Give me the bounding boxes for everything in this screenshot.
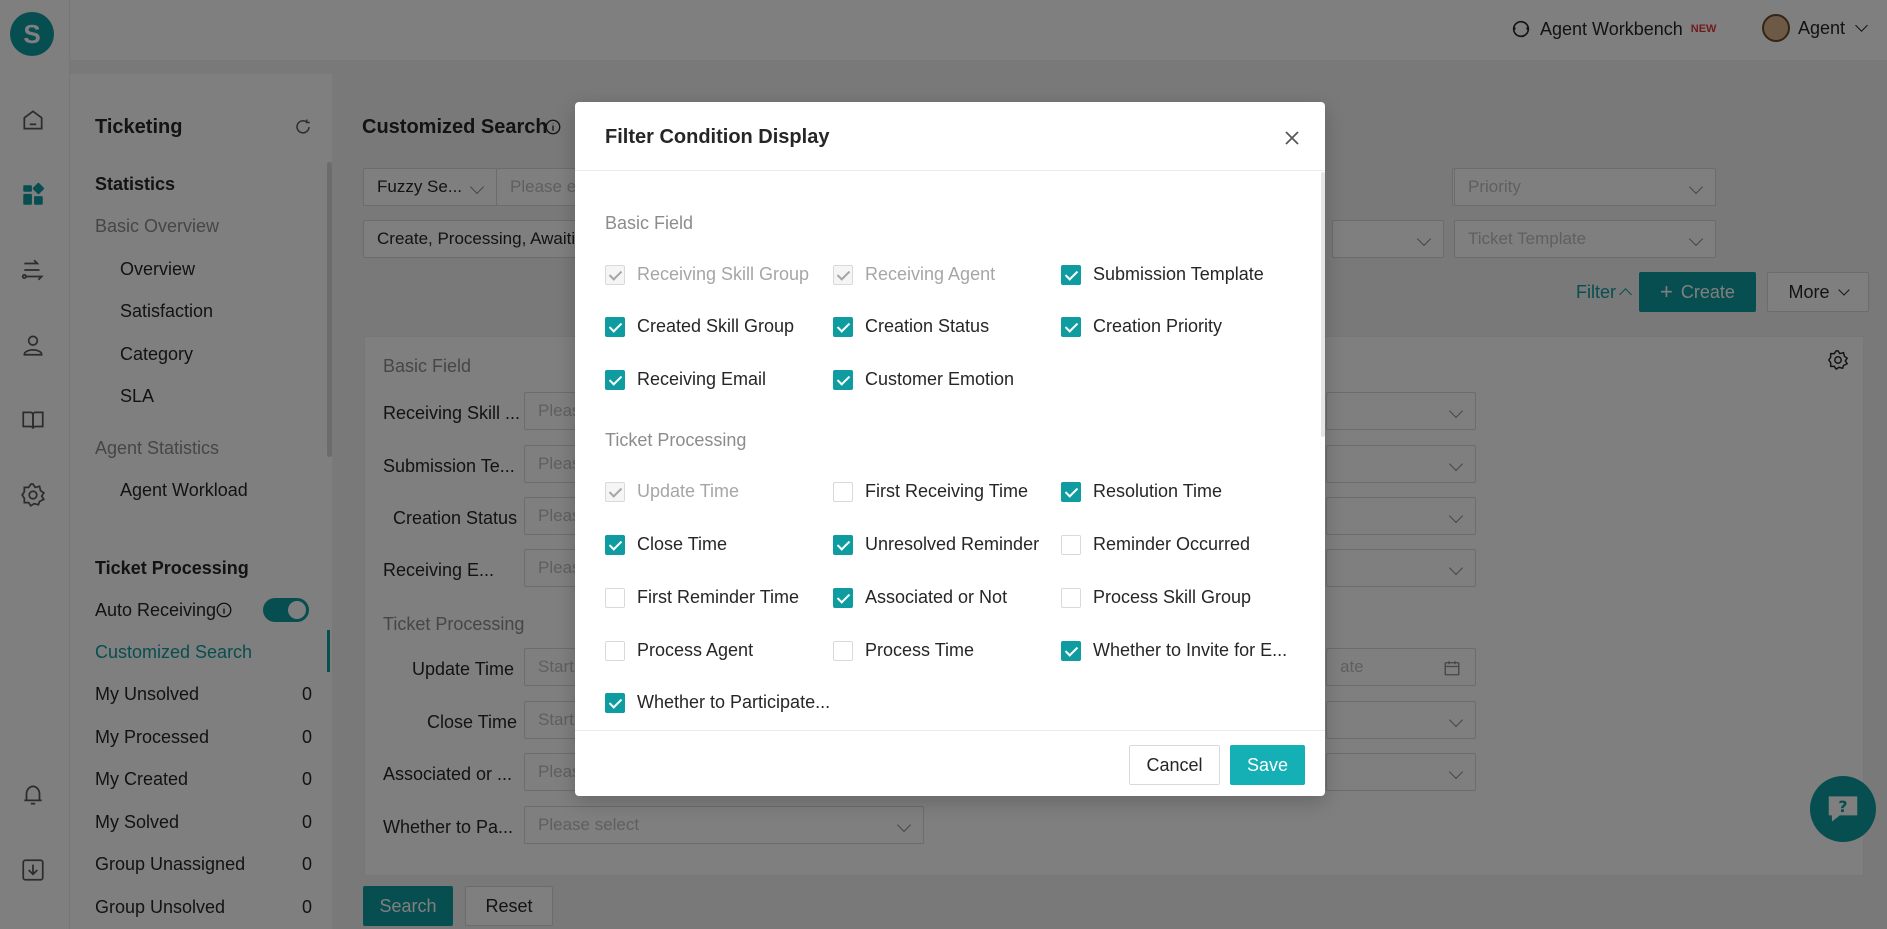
- modal-title: Filter Condition Display: [605, 126, 830, 148]
- checkbox-invite-for-evaluation[interactable]: Whether to Invite for E...: [1061, 640, 1287, 661]
- checkbox-box: [605, 692, 625, 713]
- checkbox-box: [833, 369, 853, 390]
- checkbox-unresolved-reminder[interactable]: Unresolved Reminder: [833, 534, 1039, 555]
- checkbox-box: [833, 481, 853, 502]
- checkbox-box: [833, 534, 853, 555]
- checkbox-box: [605, 264, 625, 285]
- checkbox-label: First Receiving Time: [865, 481, 1029, 501]
- checkbox-whether-to-participate[interactable]: Whether to Participate...: [605, 692, 830, 713]
- checkbox-reminder-occurred[interactable]: Reminder Occurred: [1061, 534, 1250, 555]
- checkbox-box: [833, 264, 853, 285]
- checkbox-label: Associated or Not: [865, 587, 1008, 607]
- checkbox-receiving-agent[interactable]: Receiving Agent: [833, 264, 995, 285]
- checkbox-label: Update Time: [637, 481, 740, 501]
- checkbox-box: [605, 481, 625, 502]
- checkbox-box: [833, 587, 853, 608]
- checkbox-box: [1061, 481, 1081, 502]
- checkbox-label: Close Time: [637, 534, 728, 554]
- modal-scrollbar[interactable]: [1321, 172, 1325, 437]
- checkbox-process-skill-group[interactable]: Process Skill Group: [1061, 587, 1251, 608]
- checkbox-label: Customer Emotion: [865, 369, 1015, 389]
- checkbox-box: [605, 640, 625, 661]
- checkbox-label: Process Time: [865, 640, 975, 660]
- checkbox-process-agent[interactable]: Process Agent: [605, 640, 753, 661]
- checkbox-first-receiving-time[interactable]: First Receiving Time: [833, 481, 1028, 502]
- modal-footer-divider: [575, 730, 1325, 731]
- checkbox-box: [605, 587, 625, 608]
- checkbox-creation-status[interactable]: Creation Status: [833, 316, 989, 337]
- checkbox-resolution-time[interactable]: Resolution Time: [1061, 481, 1222, 502]
- checkbox-box: [605, 534, 625, 555]
- modal-ticket-processing-heading: Ticket Processing: [605, 430, 747, 450]
- checkbox-box: [1061, 264, 1081, 285]
- checkbox-label: Creation Status: [865, 316, 990, 336]
- cancel-button[interactable]: Cancel: [1129, 745, 1220, 785]
- checkbox-process-time[interactable]: Process Time: [833, 640, 974, 661]
- checkbox-label: First Reminder Time: [637, 587, 800, 607]
- checkbox-creation-priority[interactable]: Creation Priority: [1061, 316, 1222, 337]
- checkbox-submission-template[interactable]: Submission Template: [1061, 264, 1264, 285]
- checkbox-customer-emotion[interactable]: Customer Emotion: [833, 369, 1014, 390]
- checkbox-box: [1061, 640, 1081, 661]
- checkbox-label: Process Skill Group: [1093, 587, 1252, 607]
- checkbox-label: Resolution Time: [1093, 481, 1223, 501]
- cancel-label: Cancel: [1146, 754, 1203, 775]
- checkbox-created-skill-group[interactable]: Created Skill Group: [605, 316, 794, 337]
- checkbox-label: Creation Priority: [1093, 316, 1223, 336]
- checkbox-box: [833, 316, 853, 337]
- checkbox-associated-or-not[interactable]: Associated or Not: [833, 587, 1007, 608]
- checkbox-label: Unresolved Reminder: [865, 534, 1040, 554]
- checkbox-first-reminder-time[interactable]: First Reminder Time: [605, 587, 799, 608]
- save-button[interactable]: Save: [1230, 745, 1305, 785]
- filter-condition-modal: Filter Condition Display Basic Field Rec…: [575, 102, 1325, 796]
- checkbox-close-time[interactable]: Close Time: [605, 534, 727, 555]
- close-icon[interactable]: [1280, 126, 1304, 150]
- checkbox-box: [605, 316, 625, 337]
- save-label: Save: [1246, 754, 1289, 775]
- checkbox-label: Receiving Skill Group: [637, 264, 810, 284]
- modal-header-divider: [575, 170, 1325, 171]
- checkbox-label: Reminder Occurred: [1093, 534, 1251, 554]
- checkbox-update-time[interactable]: Update Time: [605, 481, 739, 502]
- modal-basic-field-heading: Basic Field: [605, 213, 694, 233]
- checkbox-label: Process Agent: [637, 640, 754, 660]
- checkbox-box: [1061, 316, 1081, 337]
- checkbox-label: Created Skill Group: [637, 316, 795, 336]
- checkbox-label: Whether to Participate...: [637, 692, 831, 712]
- checkbox-label: Receiving Email: [637, 369, 767, 389]
- checkbox-receiving-email[interactable]: Receiving Email: [605, 369, 766, 390]
- checkbox-box: [1061, 587, 1081, 608]
- checkbox-box: [605, 369, 625, 390]
- checkbox-label: Receiving Agent: [865, 264, 996, 284]
- checkbox-label: Submission Template: [1093, 264, 1264, 284]
- checkbox-box: [1061, 534, 1081, 555]
- checkbox-receiving-skill-group[interactable]: Receiving Skill Group: [605, 264, 809, 285]
- checkbox-box: [833, 640, 853, 661]
- checkbox-label: Whether to Invite for E...: [1093, 640, 1288, 660]
